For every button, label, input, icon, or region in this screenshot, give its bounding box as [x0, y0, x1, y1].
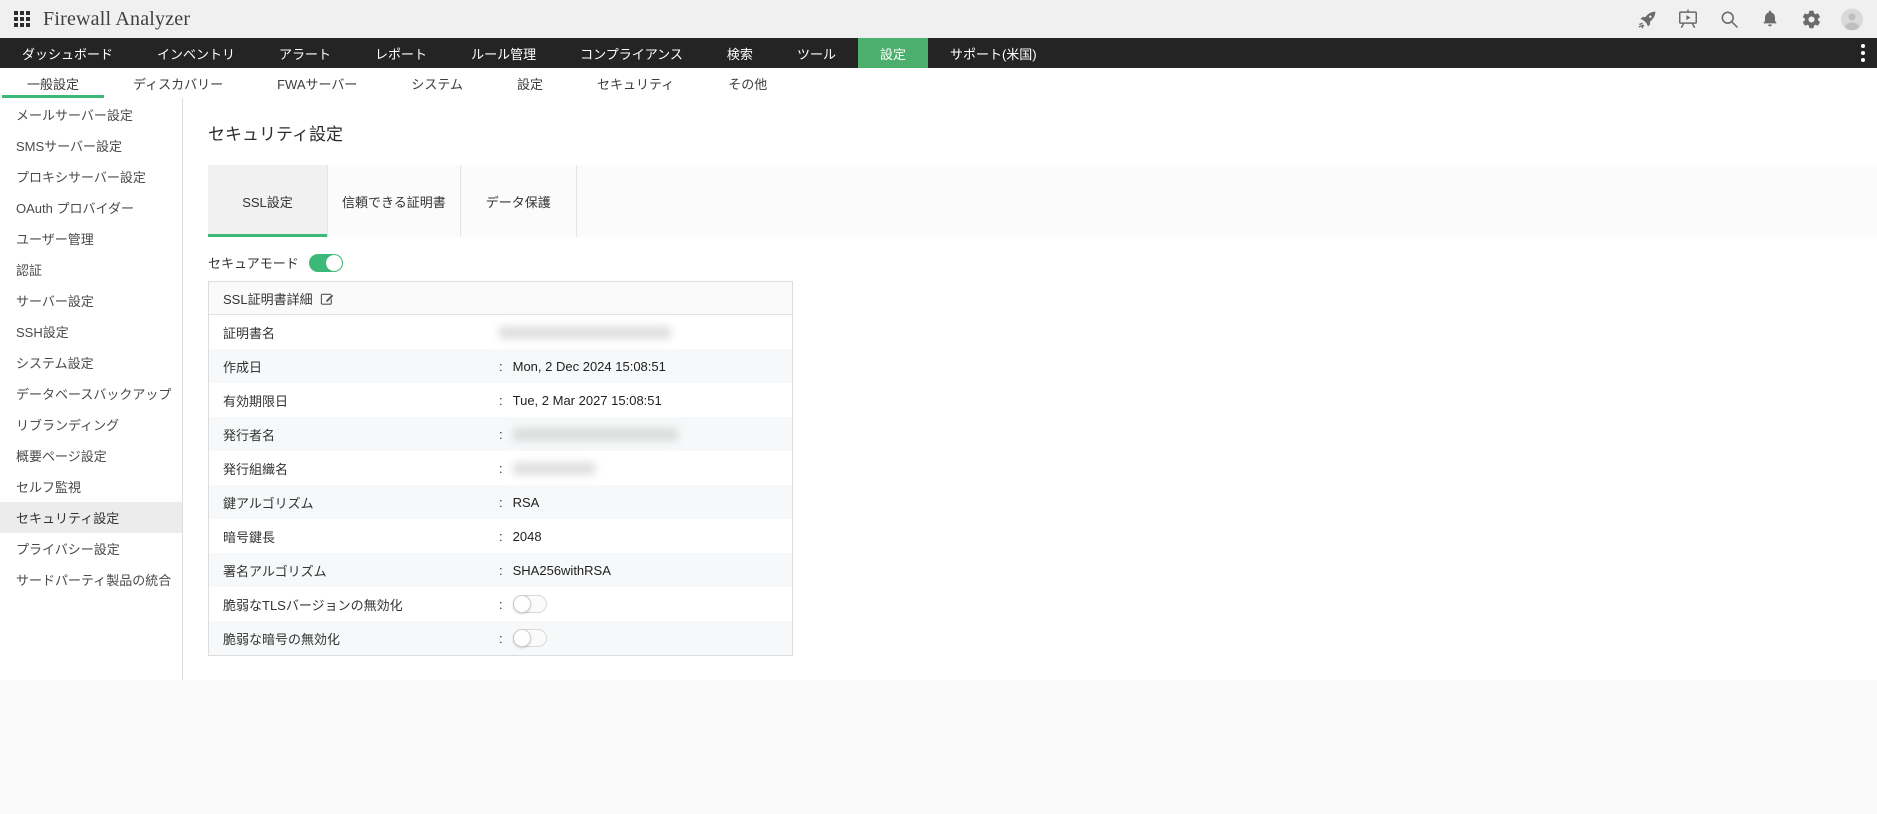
nav-item-alerts[interactable]: アラート	[257, 38, 353, 68]
secure-mode-toggle[interactable]	[308, 253, 343, 272]
apps-grid-icon[interactable]	[14, 11, 30, 27]
tab-ssl-settings[interactable]: SSL設定	[208, 165, 328, 237]
sidebar-item-user-management[interactable]: ユーザー管理	[0, 223, 182, 254]
sidebar-item-rebranding[interactable]: リブランディング	[0, 409, 182, 440]
secure-mode-label: セキュアモード	[208, 256, 299, 271]
subnav-item-security[interactable]: セキュリティ	[570, 68, 701, 98]
cert-table-body: 証明書名 作成日 Mon, 2 Dec 2024 15:08:51 有効期限日 …	[209, 315, 792, 655]
nav-item-search[interactable]: 検索	[705, 38, 775, 68]
main-nav: ダッシュボード インベントリ アラート レポート ルール管理 コンプライアンス …	[0, 38, 1877, 68]
sidebar-item-authentication[interactable]: 認証	[0, 254, 182, 285]
nav-item-rule-management[interactable]: ルール管理	[449, 38, 558, 68]
nav-item-compliance[interactable]: コンプライアンス	[558, 38, 705, 68]
subnav-item-fwa-server[interactable]: FWAサーバー	[250, 68, 384, 98]
nav-item-tools[interactable]: ツール	[775, 38, 858, 68]
row-value: Mon, 2 Dec 2024 15:08:51	[512, 358, 666, 374]
redacted-value	[512, 461, 595, 475]
ssl-certificate-table: SSL証明書詳細 証明書名 作成日 Mon, 2 Dec 2024 15:08:…	[208, 281, 793, 656]
demo-video-icon[interactable]	[1677, 8, 1699, 30]
table-row-certificate-name: 証明書名	[209, 315, 792, 349]
sidebar-item-self-monitoring[interactable]: セルフ監視	[0, 471, 182, 502]
subnav-item-system[interactable]: システム	[384, 68, 490, 98]
settings-gear-icon[interactable]	[1800, 8, 1822, 30]
top-header: Firewall Analyzer	[0, 0, 1877, 38]
subnav-item-others[interactable]: その他	[701, 68, 794, 98]
disable-weak-tls-toggle[interactable]	[512, 595, 547, 613]
table-row-created-date: 作成日 Mon, 2 Dec 2024 15:08:51	[209, 349, 792, 383]
sidebar-item-privacy-settings[interactable]: プライバシー設定	[0, 533, 182, 564]
table-row-signature-algorithm: 署名アルゴリズム SHA256withRSA	[209, 553, 792, 587]
tab-data-protection[interactable]: データ保護	[461, 165, 577, 237]
table-row-disable-weak-tls: 脆弱なTLSバージョンの無効化	[209, 587, 792, 621]
sidebar-item-third-party-integration[interactable]: サードパーティ製品の統合	[0, 564, 182, 595]
nav-item-reports[interactable]: レポート	[353, 38, 449, 68]
tab-trusted-certificates[interactable]: 信頼できる証明書	[328, 165, 461, 237]
sidebar-item-proxy-server[interactable]: プロキシサーバー設定	[0, 161, 182, 192]
table-row-key-algorithm: 鍵アルゴリズム RSA	[209, 485, 792, 519]
disable-weak-ciphers-toggle[interactable]	[512, 629, 547, 647]
page-layout: メールサーバー設定 SMSサーバー設定 プロキシサーバー設定 OAuth プロバ…	[0, 98, 1877, 680]
sidebar-item-oauth-provider[interactable]: OAuth プロバイダー	[0, 192, 182, 223]
nav-item-inventory[interactable]: インベントリ	[135, 38, 257, 68]
tab-strip-filler	[576, 165, 1877, 237]
edit-icon[interactable]	[320, 291, 335, 306]
nav-item-dashboard[interactable]: ダッシュボード	[0, 38, 135, 68]
header-actions	[1636, 8, 1863, 30]
sub-nav: 一般設定 ディスカバリー FWAサーバー システム 設定 セキュリティ その他	[0, 68, 1877, 98]
app-title: Firewall Analyzer	[43, 7, 191, 30]
notifications-icon[interactable]	[1759, 8, 1781, 30]
sidebar-item-system-settings[interactable]: システム設定	[0, 347, 182, 378]
table-row-issuer-organization: 発行組織名	[209, 451, 792, 485]
sidebar-item-security-settings[interactable]: セキュリティ設定	[0, 502, 182, 533]
cert-table-title: SSL証明書詳細	[223, 291, 313, 307]
sidebar-item-mail-server[interactable]: メールサーバー設定	[0, 99, 182, 130]
subnav-item-settings[interactable]: 設定	[490, 68, 570, 98]
redacted-value	[512, 427, 678, 441]
sidebar-item-ssh-settings[interactable]: SSH設定	[0, 316, 182, 347]
subnav-item-general-settings[interactable]: 一般設定	[0, 68, 106, 98]
row-value: Tue, 2 Mar 2027 15:08:51	[512, 392, 662, 408]
table-row-disable-weak-ciphers: 脆弱な暗号の無効化	[209, 621, 792, 655]
secure-mode-row: セキュアモード	[208, 253, 1877, 272]
rocket-icon[interactable]	[1636, 8, 1658, 30]
user-avatar[interactable]	[1841, 8, 1863, 30]
main-content: セキュリティ設定 SSL設定 信頼できる証明書 データ保護 セキュアモード SS…	[183, 98, 1877, 680]
nav-item-settings[interactable]: 設定	[857, 38, 928, 68]
search-icon[interactable]	[1718, 8, 1740, 30]
row-value: RSA	[512, 494, 540, 510]
cert-table-header: SSL証明書詳細	[209, 282, 792, 315]
page-title: セキュリティ設定	[208, 125, 343, 144]
row-value: 2048	[512, 528, 542, 544]
sidebar-item-database-backup[interactable]: データベースバックアップ	[0, 378, 182, 409]
table-row-issuer-name: 発行者名	[209, 417, 792, 451]
settings-sidebar: メールサーバー設定 SMSサーバー設定 プロキシサーバー設定 OAuth プロバ…	[0, 98, 183, 680]
redacted-value	[499, 325, 671, 339]
sidebar-item-summary-page[interactable]: 概要ページ設定	[0, 440, 182, 471]
table-row-expiry-date: 有効期限日 Tue, 2 Mar 2027 15:08:51	[209, 383, 792, 417]
subnav-item-discovery[interactable]: ディスカバリー	[106, 68, 250, 98]
table-row-key-length: 暗号鍵長 2048	[209, 519, 792, 553]
sidebar-item-server-settings[interactable]: サーバー設定	[0, 285, 182, 316]
nav-item-support[interactable]: サポート(米国)	[928, 38, 1059, 68]
vertical-dots-menu-icon[interactable]	[1857, 38, 1869, 68]
sidebar-item-sms-server[interactable]: SMSサーバー設定	[0, 130, 182, 161]
row-value: SHA256withRSA	[512, 562, 611, 578]
security-tabs: SSL設定 信頼できる証明書 データ保護	[208, 165, 1877, 237]
